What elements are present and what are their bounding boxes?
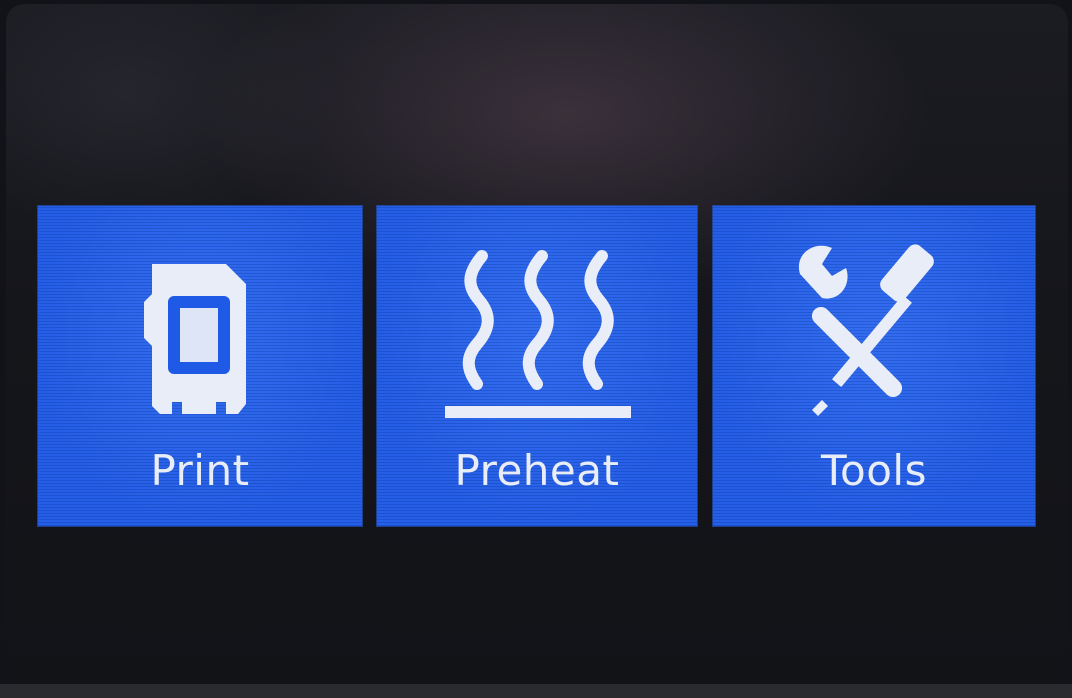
bezel bbox=[0, 684, 1072, 698]
tools-icon bbox=[798, 244, 934, 416]
printer-display: Print Preheat Tools bbox=[0, 0, 1072, 698]
heat-icon bbox=[445, 250, 631, 418]
tools-button[interactable]: Tools bbox=[713, 206, 1035, 526]
print-button[interactable]: Print bbox=[38, 206, 362, 526]
tools-label: Tools bbox=[821, 446, 927, 495]
sd-card-icon bbox=[144, 264, 246, 414]
print-label: Print bbox=[150, 446, 250, 495]
preheat-button[interactable]: Preheat bbox=[377, 206, 697, 526]
preheat-label: Preheat bbox=[454, 446, 620, 495]
